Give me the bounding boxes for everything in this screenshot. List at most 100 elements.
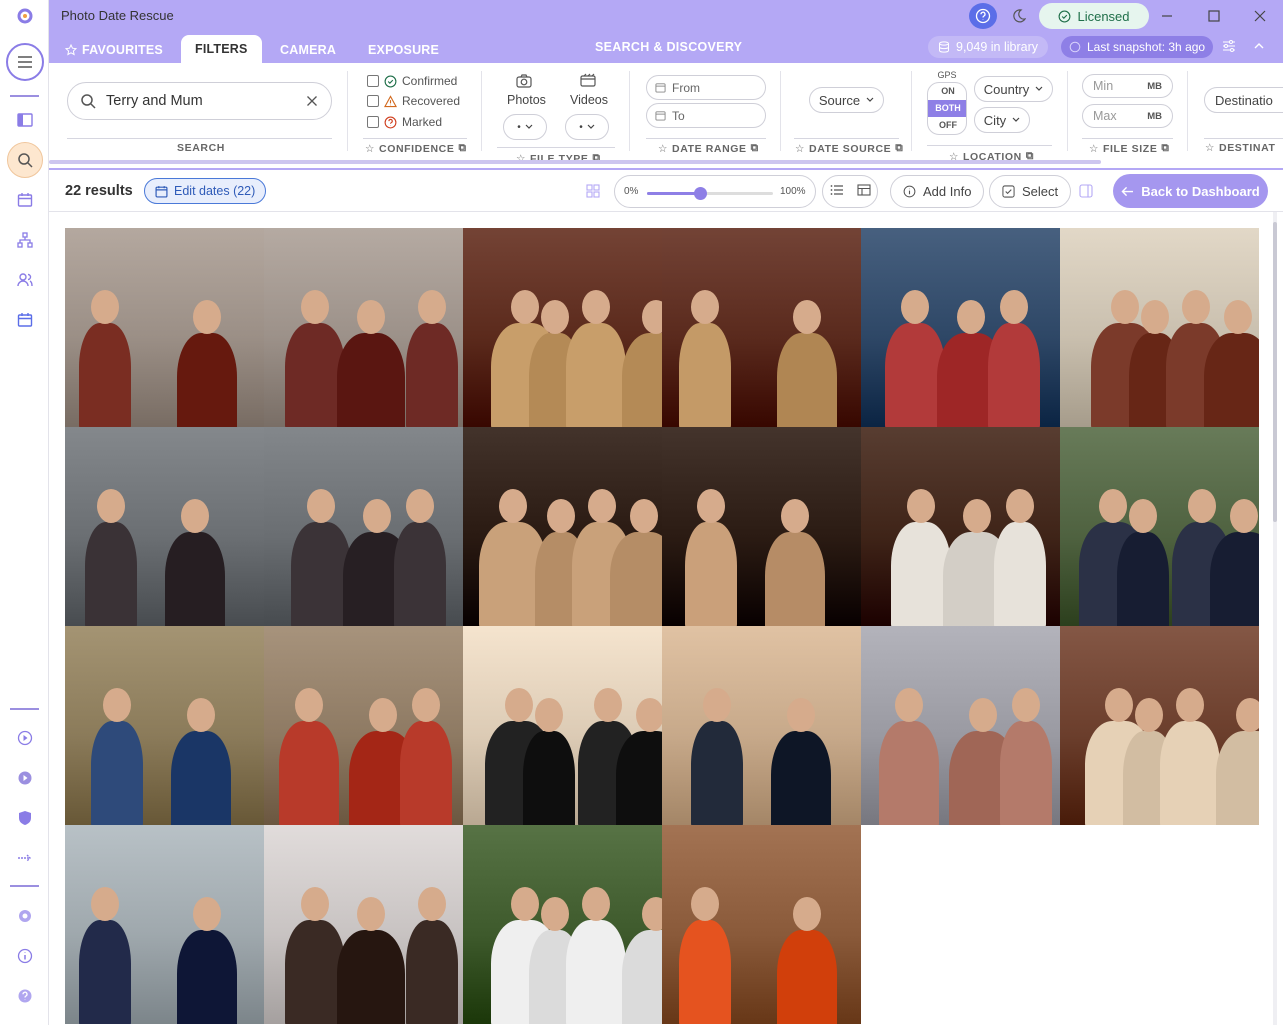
- size-min-input[interactable]: Min MB: [1082, 74, 1173, 98]
- photo-thumbnail[interactable]: [463, 427, 662, 626]
- back-to-dashboard-button[interactable]: Back to Dashboard: [1113, 174, 1268, 208]
- grid-scrollbar[interactable]: [1273, 212, 1277, 1025]
- marked-checkbox[interactable]: [367, 116, 379, 128]
- photo-thumbnail[interactable]: [861, 626, 1060, 825]
- tab-favourites[interactable]: FAVOURITES: [65, 36, 163, 63]
- close-button[interactable]: [1250, 6, 1270, 26]
- photo-thumbnail[interactable]: [662, 427, 861, 626]
- photo-thumbnail[interactable]: [662, 228, 861, 427]
- help-icon[interactable]: [12, 983, 38, 1009]
- photo-thumbnail[interactable]: [861, 427, 1060, 626]
- calendar-icon[interactable]: [12, 187, 38, 213]
- photo-thumbnail[interactable]: [662, 626, 861, 825]
- external-link-icon[interactable]: ⧉: [1161, 142, 1169, 155]
- tab-filters[interactable]: FILTERS: [181, 35, 262, 63]
- photo-thumbnail[interactable]: [264, 427, 463, 626]
- play-icon[interactable]: [12, 725, 38, 751]
- zoom-slider[interactable]: [647, 187, 773, 200]
- confirmed-checkbox[interactable]: [367, 75, 379, 87]
- grid-view-icon[interactable]: [581, 179, 605, 203]
- date-source-dropdown[interactable]: Source: [809, 87, 884, 113]
- photo-thumbnail[interactable]: [463, 626, 662, 825]
- shield-icon[interactable]: [12, 805, 38, 831]
- info-icon[interactable]: [12, 943, 38, 969]
- photo-thumbnail[interactable]: [662, 825, 861, 1024]
- photo-thumbnail[interactable]: [463, 825, 662, 1024]
- dashboard-icon[interactable]: [12, 107, 38, 133]
- date-to-input[interactable]: To: [646, 103, 766, 128]
- destination-dropdown[interactable]: Destinatio: [1204, 87, 1283, 113]
- photo-thumbnail[interactable]: [1060, 626, 1259, 825]
- edit-dates-button[interactable]: Edit dates (22): [144, 178, 267, 204]
- gps-off-option[interactable]: OFF: [928, 117, 966, 134]
- city-dropdown[interactable]: City: [974, 107, 1030, 133]
- photo-figure-head: [691, 290, 719, 324]
- chevron-up-icon[interactable]: [1253, 39, 1265, 55]
- grid-scrollbar-thumb[interactable]: [1273, 222, 1277, 522]
- tab-exposure[interactable]: EXPOSURE: [368, 36, 439, 63]
- licensed-badge[interactable]: Licensed: [1039, 3, 1149, 29]
- country-dropdown[interactable]: Country: [974, 76, 1053, 102]
- marked-option[interactable]: Marked: [367, 115, 442, 129]
- gps-on-option[interactable]: ON: [928, 83, 966, 100]
- add-info-button[interactable]: Add Info: [890, 175, 985, 208]
- photo-figure-head: [368, 698, 397, 732]
- group-divider: [794, 138, 899, 139]
- dot-icon: •: [517, 121, 521, 133]
- menu-icon[interactable]: [6, 43, 44, 81]
- search-input[interactable]: [106, 93, 296, 109]
- photo-figure-head: [193, 897, 221, 931]
- external-link-icon[interactable]: ⧉: [751, 142, 759, 155]
- zoom-slider-thumb[interactable]: [693, 187, 707, 200]
- list-view-icon[interactable]: [830, 183, 844, 201]
- gps-toggle[interactable]: GPS ON BOTH OFF: [927, 70, 967, 135]
- photo-thumbnail[interactable]: [65, 825, 264, 1024]
- timeline-icon[interactable]: [12, 307, 38, 333]
- theme-toggle-button[interactable]: [1007, 3, 1031, 29]
- external-link-icon[interactable]: ⧉: [458, 142, 466, 155]
- gps-both-option[interactable]: BOTH: [928, 100, 966, 117]
- sliders-icon[interactable]: [1222, 39, 1236, 56]
- library-count[interactable]: 9,049 in library: [928, 36, 1048, 58]
- confirmed-option[interactable]: Confirmed: [367, 74, 457, 88]
- panel-toggle-icon[interactable]: [1074, 179, 1098, 203]
- tab-camera[interactable]: CAMERA: [280, 36, 336, 63]
- photo-thumbnail[interactable]: [264, 825, 463, 1024]
- photo-figure-head: [588, 489, 616, 523]
- marked-label: Marked: [402, 115, 443, 129]
- snapshot-badge[interactable]: Last snapshot: 3h ago: [1061, 36, 1214, 58]
- photo-thumbnail[interactable]: [1060, 228, 1259, 427]
- photo-thumbnail[interactable]: [65, 228, 264, 427]
- photo-thumbnail[interactable]: [264, 228, 463, 427]
- video-icon[interactable]: [12, 765, 38, 791]
- settings-icon[interactable]: [12, 903, 38, 929]
- arrow-right-icon[interactable]: [12, 845, 38, 871]
- size-max-input[interactable]: Max MB: [1082, 104, 1173, 128]
- minimize-button[interactable]: [1157, 6, 1177, 26]
- search-field[interactable]: [67, 82, 332, 120]
- filter-scrollbar[interactable]: [49, 160, 1101, 164]
- date-from-input[interactable]: From: [646, 75, 766, 100]
- photo-thumbnail[interactable]: [861, 228, 1060, 427]
- zoom-control: 0% 100%: [614, 175, 816, 208]
- recovered-option[interactable]: Recovered: [367, 94, 460, 108]
- photo-thumbnail[interactable]: [65, 626, 264, 825]
- photo-thumbnail[interactable]: [463, 228, 662, 427]
- photo-thumbnail[interactable]: [65, 427, 264, 626]
- recovered-checkbox[interactable]: [367, 95, 379, 107]
- photos-dropdown[interactable]: •: [503, 114, 547, 140]
- photo-figure: [615, 731, 662, 825]
- people-icon[interactable]: [12, 267, 38, 293]
- snapshot-label: Last snapshot: 3h ago: [1087, 40, 1206, 54]
- photo-thumbnail[interactable]: [264, 626, 463, 825]
- table-view-icon[interactable]: [856, 183, 871, 201]
- hierarchy-icon[interactable]: [12, 227, 38, 253]
- photo-thumbnail[interactable]: [1060, 427, 1259, 626]
- help-button[interactable]: [969, 3, 997, 29]
- videos-dropdown[interactable]: •: [565, 114, 609, 140]
- search-nav-icon[interactable]: [7, 142, 43, 178]
- select-button[interactable]: Select: [989, 175, 1072, 208]
- external-link-icon[interactable]: ⧉: [895, 142, 903, 155]
- photo-figure-head: [505, 688, 533, 722]
- maximize-button[interactable]: [1204, 6, 1224, 26]
